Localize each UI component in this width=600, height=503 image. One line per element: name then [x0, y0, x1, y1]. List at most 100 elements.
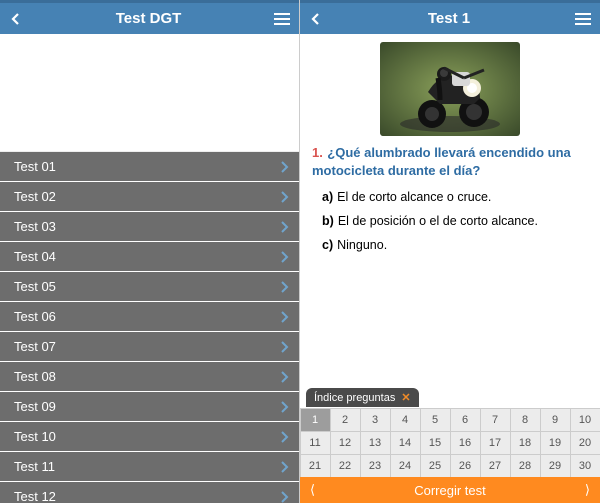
index-cell[interactable]: 20: [570, 431, 600, 455]
test-row[interactable]: Test 01: [0, 152, 299, 181]
test-row-label: Test 07: [14, 339, 56, 354]
index-cell[interactable]: 5: [420, 408, 451, 432]
test-row[interactable]: Test 02: [0, 182, 299, 211]
chevron-right-icon: [279, 250, 289, 264]
test-row[interactable]: Test 03: [0, 212, 299, 241]
test-row[interactable]: Test 12: [0, 482, 299, 503]
chevron-right-icon: [279, 190, 289, 204]
question-image: [380, 42, 520, 136]
test-row[interactable]: Test 08: [0, 362, 299, 391]
index-cell[interactable]: 22: [330, 454, 361, 478]
answer-text: Ninguno.: [337, 238, 387, 252]
test-row-label: Test 12: [14, 489, 56, 503]
chevron-right-icon: [279, 370, 289, 384]
index-cell[interactable]: 30: [570, 454, 600, 478]
panel-question: Test 1 1. ¿Qué alumbrado lle: [300, 0, 600, 503]
index-cell[interactable]: 18: [510, 431, 541, 455]
index-cell[interactable]: 4: [390, 408, 421, 432]
menu-icon[interactable]: [574, 12, 592, 26]
chevron-right-icon: [279, 280, 289, 294]
test-row-label: Test 03: [14, 219, 56, 234]
back-icon[interactable]: [8, 11, 24, 27]
test-row[interactable]: Test 05: [0, 272, 299, 301]
question-index-panel: Índice preguntas ✕ 123456789101112131415…: [300, 408, 600, 503]
test-row-label: Test 02: [14, 189, 56, 204]
index-cell[interactable]: 25: [420, 454, 451, 478]
header-left: Test DGT: [0, 0, 299, 34]
test-row-label: Test 01: [14, 159, 56, 174]
answer-letter: b): [322, 214, 334, 228]
index-cell[interactable]: 2: [330, 408, 361, 432]
chevron-right-icon: [279, 490, 289, 503]
index-cell[interactable]: 16: [450, 431, 481, 455]
answer-letter: a): [322, 190, 333, 204]
index-cell[interactable]: 28: [510, 454, 541, 478]
index-cell[interactable]: 3: [360, 408, 391, 432]
chevron-right-icon: [279, 310, 289, 324]
answer-text: El de corto alcance o cruce.: [337, 190, 491, 204]
index-cell[interactable]: 7: [480, 408, 511, 432]
correct-test-button[interactable]: ⟨ Corregir test ⟩: [300, 477, 600, 503]
header-left-title: Test DGT: [24, 10, 273, 27]
index-cell[interactable]: 14: [390, 431, 421, 455]
chevron-right-icon: [279, 160, 289, 174]
index-cell[interactable]: 11: [300, 431, 331, 455]
header-right-title: Test 1: [324, 10, 574, 27]
correct-test-label: Corregir test: [414, 483, 486, 498]
index-tab-label: Índice preguntas: [314, 392, 395, 404]
answer-list: a) El de corto alcance o cruce.b) El de po…: [312, 190, 588, 252]
chevron-right-icon: [279, 400, 289, 414]
test-row[interactable]: Test 11: [0, 452, 299, 481]
test-row[interactable]: Test 04: [0, 242, 299, 271]
question-text: ¿Qué alumbrado llevará encendido una mot…: [312, 145, 571, 178]
index-cell[interactable]: 15: [420, 431, 451, 455]
menu-icon[interactable]: [273, 12, 291, 26]
answer-text: El de posición o el de corto alcance.: [338, 214, 538, 228]
index-cell[interactable]: 21: [300, 454, 331, 478]
answer-option[interactable]: b) El de posición o el de corto alcance.: [322, 214, 588, 228]
test-row-label: Test 09: [14, 399, 56, 414]
index-cell[interactable]: 10: [570, 408, 600, 432]
test-list: Test 01 Test 02 Test 03 Test 04 Test 05 Test …: [0, 152, 299, 503]
test-row[interactable]: Test 09: [0, 392, 299, 421]
index-cell[interactable]: 17: [480, 431, 511, 455]
index-cell[interactable]: 24: [390, 454, 421, 478]
index-cell[interactable]: 1: [300, 408, 331, 432]
chevron-right-icon: [279, 340, 289, 354]
question-number: 1.: [312, 145, 323, 160]
index-cell[interactable]: 13: [360, 431, 391, 455]
index-cell[interactable]: 29: [540, 454, 571, 478]
chevron-left-icon[interactable]: ⟨: [310, 482, 315, 498]
test-row[interactable]: Test 10: [0, 422, 299, 451]
test-row-label: Test 08: [14, 369, 56, 384]
test-row[interactable]: Test 06: [0, 302, 299, 331]
header-right: Test 1: [300, 0, 600, 34]
empty-banner: [0, 34, 299, 152]
index-cell[interactable]: 12: [330, 431, 361, 455]
index-cell[interactable]: 8: [510, 408, 541, 432]
index-cell[interactable]: 23: [360, 454, 391, 478]
chevron-right-icon: [279, 430, 289, 444]
test-row[interactable]: Test 07: [0, 332, 299, 361]
index-cell[interactable]: 26: [450, 454, 481, 478]
index-grid: 1234567891011121314151617181920212223242…: [300, 408, 600, 477]
panel-test-list: Test DGT Test 01Test 02Test 03Test 04Tes…: [0, 0, 300, 503]
answer-option[interactable]: a) El de corto alcance o cruce.: [322, 190, 588, 204]
test-row-label: Test 10: [14, 429, 56, 444]
answer-option[interactable]: c) Ninguno.: [322, 238, 588, 252]
chevron-right-icon: [279, 460, 289, 474]
test-row-label: Test 06: [14, 309, 56, 324]
index-cell[interactable]: 9: [540, 408, 571, 432]
test-row-label: Test 11: [14, 459, 55, 474]
index-cell[interactable]: 27: [480, 454, 511, 478]
index-cell[interactable]: 19: [540, 431, 571, 455]
question-text-block: 1. ¿Qué alumbrado llevará encendido una …: [312, 144, 588, 180]
answer-letter: c): [322, 238, 333, 252]
chevron-right-icon: [279, 220, 289, 234]
index-tab[interactable]: Índice preguntas ✕: [306, 388, 419, 407]
test-row-label: Test 04: [14, 249, 56, 264]
back-icon[interactable]: [308, 11, 324, 27]
chevron-right-icon[interactable]: ⟩: [585, 482, 590, 498]
close-icon[interactable]: ✕: [401, 391, 410, 404]
index-cell[interactable]: 6: [450, 408, 481, 432]
